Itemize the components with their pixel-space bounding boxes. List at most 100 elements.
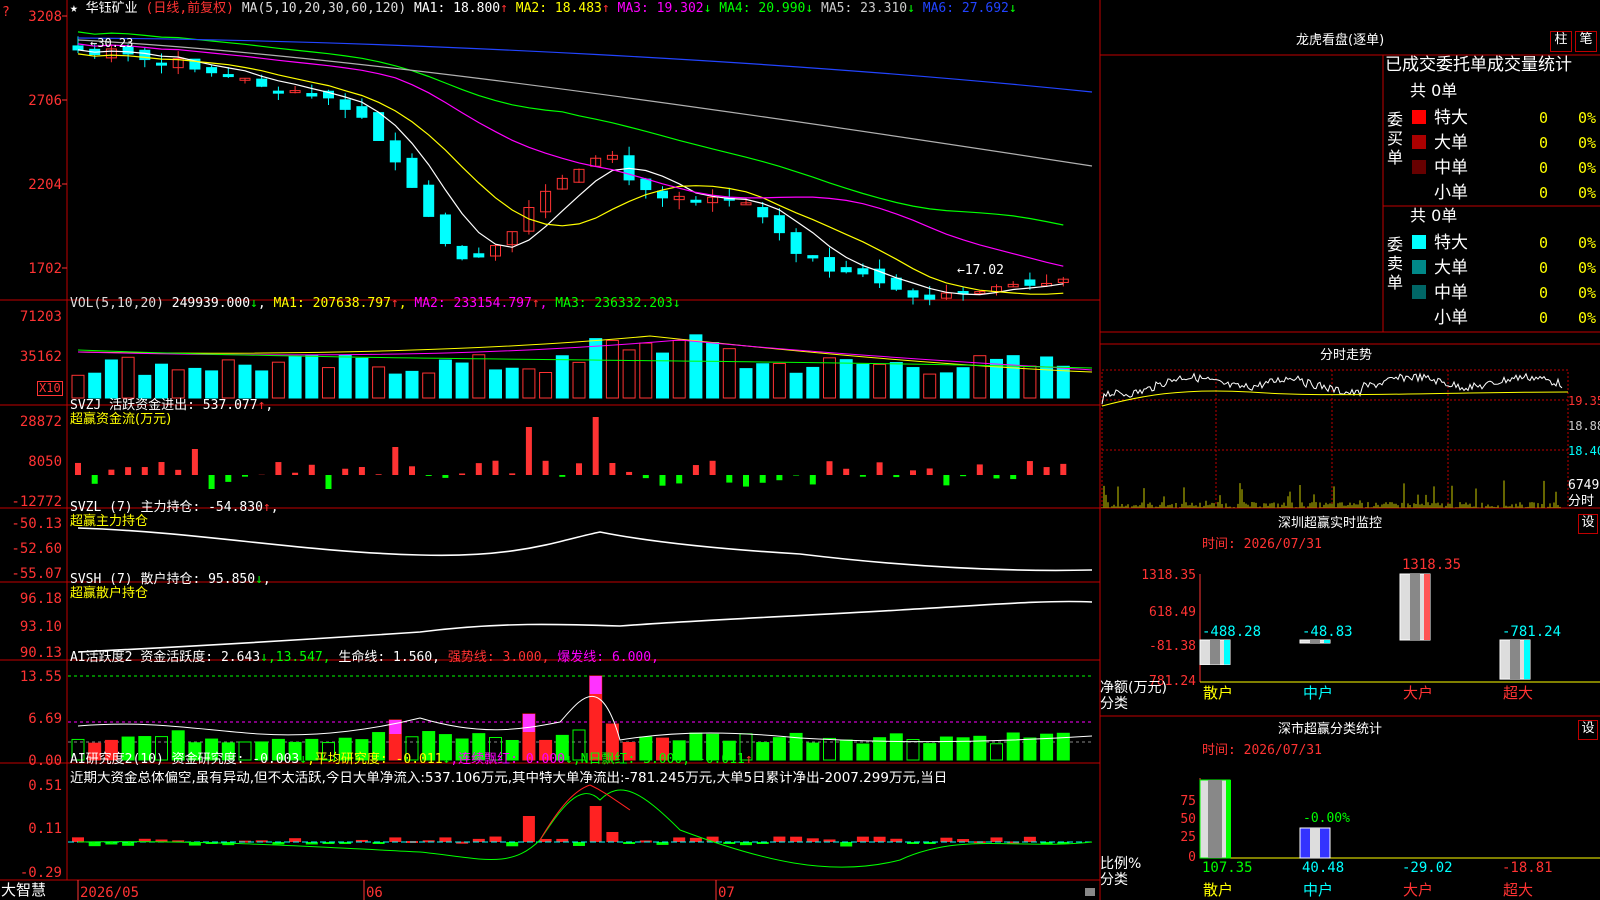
volume-bar [689,334,703,399]
volume-bar [522,368,536,399]
buy-row-name: 小单 [1434,183,1468,203]
ma-value-4: MA4: 20.990↓ [719,1,814,16]
volume-bar [990,358,1003,399]
svsh-value: 95.850 [208,572,256,587]
svzj-bar [108,469,115,475]
volume-bar [422,372,436,399]
sz-stats-bar [1199,779,1231,859]
svzl-axis-tick: -50.13 [11,516,62,532]
research-bar [940,837,953,842]
ai1-strong: 强势线: 3.000, [447,650,550,665]
volume-bar [489,369,502,399]
volume-bar [856,363,870,399]
sz-monitor-bar [1299,639,1331,644]
price-axis-tick: 1702 [28,261,62,277]
sz-monitor-settings-button[interactable]: 设 [1578,514,1598,534]
volume-bar [739,368,753,399]
ai1-axis-tick: 0.00 [28,753,62,769]
svsh-axis-tick: 90.13 [20,645,62,661]
price-candle [890,277,902,290]
volume-bar [372,366,386,399]
svzj-bar [492,460,499,475]
ai1-arrow: ↓ [260,650,268,665]
volume-bar [205,370,219,399]
volume-bar [388,373,402,399]
ai1-value2: ,13.547, [267,650,331,665]
ai1-value: 2.643 [220,650,261,665]
volume-bar [238,364,252,399]
svzj-bar [993,475,1000,479]
app-logo[interactable]: 大智慧 [1,881,46,899]
sz-stats-side-label: 比例% [1100,856,1142,872]
svzj-bar [125,467,132,475]
sell-total: 共 0单 [1410,206,1458,225]
chart-mode[interactable]: (日线,前复权) [146,1,234,16]
volume-bar [939,372,953,399]
sz-monitor-value-label: -48.83 [1302,624,1353,640]
buy-row-value: 0 [1539,134,1548,152]
activity-bar [756,742,770,761]
svzj-bar [358,467,365,475]
sz-stats-date: 时间: 2026/07/31 [1202,743,1322,758]
volume-bar [288,355,302,399]
sz-monitor-bar [1399,573,1431,641]
ma-value-6: MA6: 27.692↓ [922,1,1017,16]
sell-side-label: 委卖单 [1387,235,1404,292]
sz-monitor-category-label: 大户 [1403,684,1433,702]
high-price-label: ←30.23 [90,36,133,50]
lhb-tick-button[interactable]: 笔 [1575,31,1597,52]
research-bar [773,836,786,842]
buy-row-color-swatch [1412,160,1426,174]
buy-row-color-swatch [1412,110,1426,124]
volume-bar [121,356,135,399]
svsh-end: , [262,572,271,587]
volume-bar [956,367,970,399]
price-candle [473,253,485,258]
volume-bar [438,359,452,399]
price-axis-tick: 2204 [28,177,62,193]
svzj-bar [843,468,850,475]
activity-bar [923,743,937,761]
favorite-star-icon[interactable]: ★ [70,1,78,16]
svzj-bar [208,475,215,489]
sz-stats-axis-tick: 0 [1188,850,1196,865]
burst-bar [522,714,535,732]
svzj-axis-tick: 28872 [20,414,62,430]
vol-label: VOL(5,10,20) [70,296,164,311]
price-candle [807,255,819,259]
buy-row-color-swatch [1412,135,1426,149]
sz-monitor-bar-shade [1310,640,1320,643]
research-bar [806,838,819,842]
sz-stats-category-label: 中户 [1303,881,1333,899]
stock-name[interactable]: 华钰矿业 [86,1,138,16]
svzl-axis-tick: -52.60 [11,541,62,557]
svzj-bar [242,475,248,477]
ai2-avg: ,平均研究度: -0.011 [307,752,443,767]
svzj-bar [1043,467,1050,475]
sz-monitor-bar-edge [1224,640,1230,665]
volume-bar [672,339,686,399]
volume-bar [589,338,603,399]
svzj-bar [759,475,766,483]
research-bar [122,842,135,846]
price-candle [206,67,218,74]
volume-bar [322,367,335,399]
price-candle [72,45,84,51]
price-candle [256,78,268,87]
svzl-value: -54.830 [208,500,263,515]
svsh-axis-tick: 96.18 [20,591,62,607]
buy-row-value: 0 [1539,184,1548,202]
ma5-line [77,39,1093,167]
ai2-arrow4: ↑ [744,752,753,767]
research-bar [840,842,853,847]
price-axis-tick: 3208 [28,9,62,25]
svzj-bar [960,475,967,477]
sz-stats-settings-button[interactable]: 设 [1578,720,1598,740]
volume-bar [505,367,519,399]
lhb-bar-button[interactable]: 柱 [1550,31,1572,52]
sell-row-name: 大单 [1434,258,1468,278]
volume-bar [656,352,669,399]
research-bar [589,806,602,842]
svzj-bar [342,468,349,475]
volume-bar [188,367,202,399]
